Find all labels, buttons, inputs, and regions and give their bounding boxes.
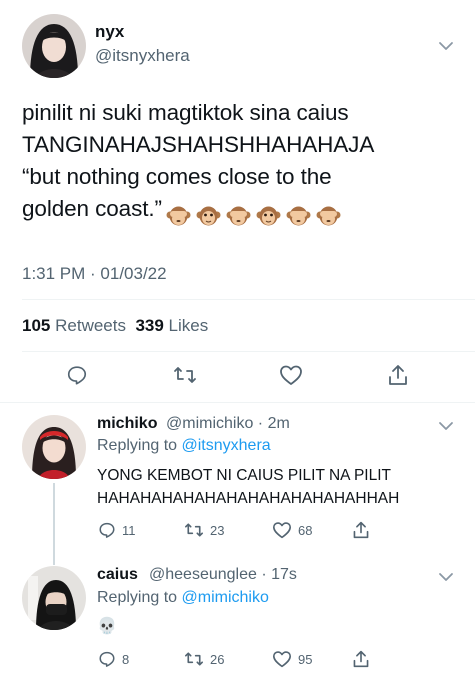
share-icon: [389, 365, 407, 385]
retweet-button[interactable]: [173, 364, 197, 386]
tweet-line: “but nothing comes close to the: [22, 164, 332, 189]
skull-emoji: 💀: [97, 616, 117, 635]
reply-author-name[interactable]: michiko: [97, 415, 157, 433]
see-no-evil-monkey-emoji: [286, 203, 311, 228]
replying-to: Replying to @mimichiko: [97, 589, 269, 607]
tweet-timestamp[interactable]: 1:31 PM · 01/03/22: [22, 264, 167, 284]
like-button[interactable]: 95: [272, 650, 312, 668]
tweet-line: TANGINAHAJSHAHSHHAHAHAJA: [22, 132, 375, 157]
see-no-evil-monkey-emoji: [166, 203, 191, 228]
retweets-count: 105: [22, 316, 51, 335]
reply-line: YONG KEMBOT NI CAIUS PILIT NA PILIT: [97, 467, 392, 484]
share-button[interactable]: [352, 649, 370, 669]
retweet-button[interactable]: 26: [184, 650, 224, 668]
like-button[interactable]: 68: [272, 521, 312, 539]
heart-icon: [273, 522, 291, 539]
retweet-icon: [185, 652, 203, 666]
like-count: 95: [298, 651, 313, 667]
retweets-stat[interactable]: 105 Retweets: [22, 316, 126, 335]
retweet-button[interactable]: 23: [184, 521, 224, 539]
retweet-count: 23: [210, 522, 225, 538]
share-button[interactable]: [352, 520, 370, 540]
tweet-line-last: golden coast.”: [22, 193, 462, 230]
more-options-chevron-icon[interactable]: [438, 572, 454, 582]
retweet-icon: [185, 523, 203, 537]
main-author-name[interactable]: nyx: [95, 22, 124, 42]
reply-text: YONG KEMBOT NI CAIUS PILIT NA PILIT HAHA…: [97, 464, 399, 510]
see-no-evil-monkey-emoji: [316, 203, 341, 228]
likes-label: Likes: [168, 316, 209, 335]
likes-stat[interactable]: 339 Likes: [135, 316, 208, 335]
retweet-count: 26: [210, 651, 225, 667]
reply-icon: [67, 366, 87, 385]
main-author-avatar[interactable]: [22, 14, 86, 78]
mention-link[interactable]: @mimichiko: [182, 589, 269, 606]
reply-button[interactable]: 11: [98, 521, 136, 539]
main-tweet-text: pinilit ni suki magtiktok sina caius TAN…: [22, 97, 462, 230]
divider: [0, 402, 475, 403]
thread-line: [53, 483, 55, 565]
emoji-row: [166, 198, 346, 230]
see-no-evil-monkey-emoji: [226, 203, 251, 228]
tweet-line: golden coast.”: [22, 196, 162, 221]
divider: [22, 351, 475, 352]
reply-author-avatar[interactable]: [22, 566, 86, 630]
reply-text: 💀: [97, 614, 117, 637]
monkey-face-emoji: [256, 203, 281, 228]
retweet-icon: [174, 367, 196, 383]
reply-count: 11: [122, 522, 136, 538]
monkey-face-emoji: [196, 203, 221, 228]
like-button[interactable]: [279, 364, 303, 386]
retweets-label: Retweets: [55, 316, 126, 335]
reply-button[interactable]: [66, 364, 88, 386]
like-count: 68: [298, 522, 313, 538]
reply-author-handle[interactable]: @heeseunglee · 17s: [149, 566, 297, 584]
reply-count: 8: [122, 651, 130, 667]
replying-to-label: Replying to: [97, 437, 178, 454]
replying-to: Replying to @itsnyxhera: [97, 437, 271, 455]
main-author-handle[interactable]: @itsnyxhera: [95, 46, 190, 66]
likes-count: 339: [135, 316, 164, 335]
reply-author-name[interactable]: caius: [97, 566, 138, 584]
reply-icon: [99, 522, 115, 538]
divider: [22, 299, 475, 300]
reply-line: HAHAHAHAHAHAHAHAHAHAHAHAHHAH: [97, 490, 400, 507]
tweet-stats: 105 Retweets 339 Likes: [22, 316, 208, 336]
more-options-chevron-icon[interactable]: [438, 421, 454, 431]
heart-icon: [280, 365, 302, 385]
more-options-chevron-icon[interactable]: [438, 41, 454, 51]
reply-icon: [99, 651, 115, 667]
replying-to-label: Replying to: [97, 589, 178, 606]
reply-button[interactable]: 8: [98, 650, 129, 668]
share-button[interactable]: [387, 363, 409, 387]
reply-author-handle[interactable]: @mimichiko · 2m: [166, 415, 290, 433]
share-icon: [353, 521, 369, 539]
reply-author-avatar[interactable]: [22, 415, 86, 479]
share-icon: [353, 650, 369, 668]
heart-icon: [273, 651, 291, 668]
mention-link[interactable]: @itsnyxhera: [182, 437, 271, 454]
tweet-line: pinilit ni suki magtiktok sina caius: [22, 100, 349, 125]
